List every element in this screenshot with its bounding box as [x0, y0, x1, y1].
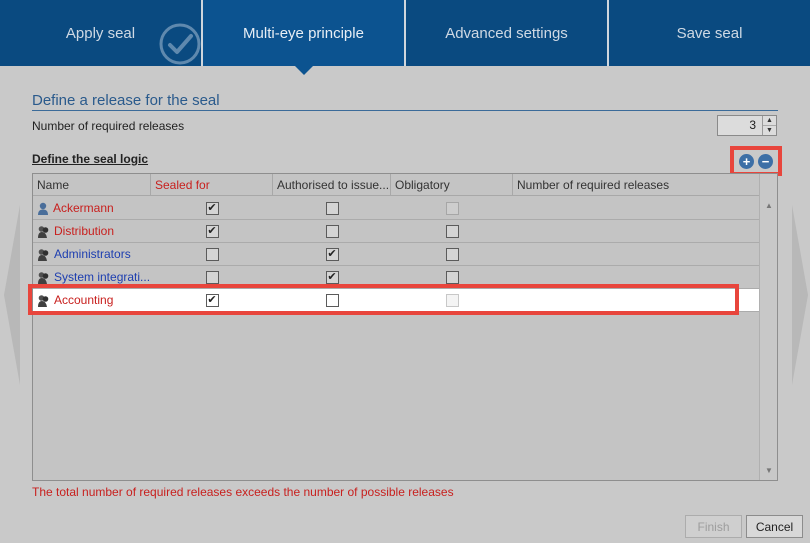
wizard-tab-bar: Apply seal Multi-eye principle Advanced …: [0, 0, 810, 75]
row-name: Administrators: [54, 247, 131, 261]
cancel-button[interactable]: Cancel: [746, 515, 803, 538]
tab-advanced-settings[interactable]: Advanced settings: [406, 0, 609, 66]
sealed-for-checkbox[interactable]: [205, 270, 219, 284]
tab-multi-eye-principle[interactable]: Multi-eye principle: [203, 0, 406, 75]
checkmark-icon: [159, 23, 201, 65]
obligatory-checkbox[interactable]: [445, 224, 459, 238]
tab-label: Apply seal: [65, 24, 136, 42]
column-header-obligatory[interactable]: Obligatory: [391, 174, 513, 196]
active-tab-pointer: [293, 65, 314, 75]
required-releases-value[interactable]: 3: [718, 116, 762, 135]
scroll-up-icon[interactable]: ▲: [760, 197, 778, 213]
add-icon[interactable]: +: [739, 153, 754, 169]
sealed-for-checkbox[interactable]: ✔: [205, 201, 219, 215]
add-remove-group: + −: [730, 146, 782, 176]
tab-label: Save seal: [676, 24, 743, 42]
validation-warning: The total number of required releases ex…: [32, 485, 454, 499]
previous-page-icon[interactable]: [4, 205, 20, 385]
remove-icon[interactable]: −: [758, 153, 773, 169]
row-name: Distribution: [54, 224, 115, 238]
authorised-checkbox[interactable]: ✔: [325, 270, 339, 284]
user-icon: [38, 202, 48, 215]
column-header-authorised[interactable]: Authorised to issue...: [273, 174, 391, 196]
column-header-required-releases[interactable]: Number of required releases: [513, 174, 759, 196]
finish-button[interactable]: Finish: [685, 515, 742, 538]
spinner-down-icon[interactable]: ▼: [763, 126, 776, 135]
sealed-for-checkbox[interactable]: [205, 247, 219, 261]
required-releases-label: Number of required releases: [32, 119, 185, 133]
grid-scrollbar[interactable]: ▲ ▼: [759, 174, 777, 480]
tab-apply-seal[interactable]: Apply seal: [0, 0, 203, 66]
table-row[interactable]: Administrators ✔: [33, 243, 759, 266]
obligatory-checkbox[interactable]: [445, 201, 459, 215]
authorised-checkbox[interactable]: [325, 201, 339, 215]
group-icon: [38, 225, 49, 238]
grid-header: Name Sealed for Authorised to issue... O…: [33, 174, 759, 196]
seal-logic-label: Define the seal logic: [32, 152, 149, 166]
row-name: Ackermann: [53, 201, 114, 215]
highlight-frame: [28, 284, 739, 315]
required-releases-spinner[interactable]: 3 ▲ ▼: [717, 115, 777, 136]
obligatory-checkbox[interactable]: [445, 247, 459, 261]
tab-label: Advanced settings: [445, 24, 568, 42]
tab-save-seal[interactable]: Save seal: [609, 0, 810, 66]
obligatory-checkbox[interactable]: [445, 270, 459, 284]
column-header-name[interactable]: Name: [33, 174, 151, 196]
group-icon: [38, 271, 49, 284]
scroll-down-icon[interactable]: ▼: [760, 462, 778, 478]
table-row[interactable]: Distribution ✔: [33, 220, 759, 243]
next-page-icon[interactable]: [792, 205, 808, 385]
section-title: Define a release for the seal: [32, 92, 778, 111]
table-row[interactable]: Ackermann ✔: [33, 197, 759, 220]
sealed-for-checkbox[interactable]: ✔: [205, 224, 219, 238]
spinner-up-icon[interactable]: ▲: [763, 116, 776, 126]
seal-logic-grid: Name Sealed for Authorised to issue... O…: [32, 173, 778, 481]
authorised-checkbox[interactable]: [325, 224, 339, 238]
row-name: System integrati...: [54, 270, 151, 284]
group-icon: [38, 248, 49, 261]
tab-label: Multi-eye principle: [243, 24, 364, 42]
authorised-checkbox[interactable]: ✔: [325, 247, 339, 261]
column-header-sealed-for[interactable]: Sealed for: [151, 174, 273, 196]
